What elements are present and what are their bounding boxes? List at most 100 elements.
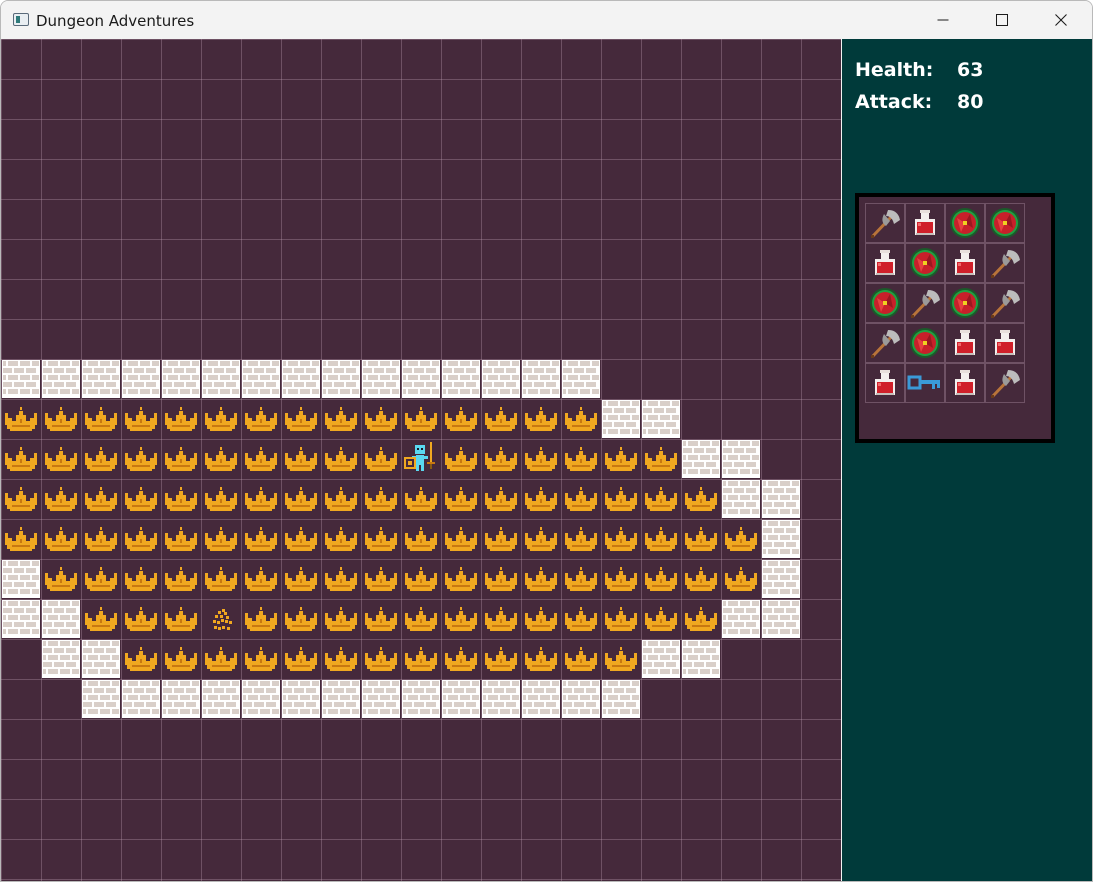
potion-icon	[986, 324, 1024, 362]
gold-crown-tile	[81, 439, 121, 479]
inventory-slot[interactable]	[905, 323, 945, 363]
inventory-slot[interactable]	[985, 203, 1025, 243]
gold-crown-tile	[561, 439, 601, 479]
gold-crown-tile	[481, 599, 521, 639]
gold-crown-tile	[201, 639, 241, 679]
gold-crown-tile	[161, 479, 201, 519]
brick-wall-tile	[321, 359, 361, 399]
maximize-button[interactable]	[973, 1, 1031, 39]
brick-wall-tile	[601, 679, 641, 719]
gold-crown-tile	[41, 559, 81, 599]
brick-wall-tile	[761, 479, 801, 519]
brick-wall-tile	[201, 359, 241, 399]
potion-icon	[946, 324, 984, 362]
gold-crown-tile	[81, 599, 121, 639]
shield-icon	[906, 244, 944, 282]
gold-crown-tile	[521, 599, 561, 639]
gold-crown-tile	[1, 439, 41, 479]
potion-icon	[946, 364, 984, 402]
gold-crown-tile	[681, 559, 721, 599]
gold-crown-tile	[121, 479, 161, 519]
gold-crown-tile	[1, 479, 41, 519]
gold-crown-tile	[161, 559, 201, 599]
map-tiles	[1, 39, 841, 881]
gold-crown-tile	[281, 439, 321, 479]
gold-crown-tile	[241, 519, 281, 559]
gold-crown-tile	[601, 479, 641, 519]
gold-crown-tile	[321, 399, 361, 439]
hero-tile[interactable]	[401, 439, 441, 479]
gold-crown-tile	[561, 559, 601, 599]
brick-wall-tile	[121, 359, 161, 399]
gold-crown-tile	[81, 559, 121, 599]
gold-crown-tile	[321, 639, 361, 679]
gold-crown-tile	[281, 639, 321, 679]
gold-crown-tile	[681, 519, 721, 559]
attack-label: Attack:	[855, 91, 933, 113]
brick-wall-tile	[41, 599, 81, 639]
gold-crown-tile	[521, 439, 561, 479]
inventory-slot[interactable]	[905, 243, 945, 283]
gold-crown-tile	[201, 479, 241, 519]
axe-icon	[986, 244, 1024, 282]
axe-icon	[866, 324, 904, 362]
gold-crown-tile	[521, 639, 561, 679]
brick-wall-tile	[401, 679, 441, 719]
gold-crown-tile	[641, 599, 681, 639]
brick-wall-tile	[361, 679, 401, 719]
brick-wall-tile	[281, 679, 321, 719]
gold-crown-tile	[321, 519, 361, 559]
brick-wall-tile	[521, 359, 561, 399]
gold-crown-tile	[521, 559, 561, 599]
inventory-slot[interactable]	[985, 363, 1025, 403]
inventory-slot[interactable]	[945, 243, 985, 283]
potion-icon	[946, 244, 984, 282]
gold-crown-tile	[201, 559, 241, 599]
inventory-slot[interactable]	[865, 243, 905, 283]
brick-wall-tile	[81, 639, 121, 679]
gold-crown-tile	[521, 479, 561, 519]
brick-wall-tile	[481, 679, 521, 719]
brick-wall-tile	[601, 399, 641, 439]
inventory-slot[interactable]	[945, 203, 985, 243]
axe-icon	[906, 284, 944, 322]
brick-wall-tile	[561, 359, 601, 399]
axe-icon	[986, 284, 1024, 322]
inventory-slot[interactable]	[865, 363, 905, 403]
gold-crown-tile	[561, 599, 601, 639]
health-value: 63	[957, 59, 984, 81]
gold-crown-tile	[481, 639, 521, 679]
inventory-slot[interactable]	[905, 283, 945, 323]
title-bar[interactable]: Dungeon Adventures	[1, 1, 1092, 39]
gold-crown-tile	[441, 559, 481, 599]
inventory-slot[interactable]	[985, 243, 1025, 283]
brick-wall-tile	[681, 439, 721, 479]
gold-crown-tile	[481, 399, 521, 439]
inventory-slot[interactable]	[945, 323, 985, 363]
inventory-slot[interactable]	[865, 203, 905, 243]
key-icon	[906, 364, 944, 402]
inventory-slot[interactable]	[905, 203, 945, 243]
gold-crown-tile	[361, 599, 401, 639]
side-panel: Health: 63 Attack: 80	[842, 39, 1092, 881]
minimize-button[interactable]	[914, 1, 972, 39]
gold-crown-tile	[601, 559, 641, 599]
shield-icon	[946, 284, 984, 322]
inventory-slot[interactable]	[905, 363, 945, 403]
dungeon-map[interactable]	[1, 39, 841, 881]
inventory-slot[interactable]	[945, 283, 985, 323]
inventory-slot[interactable]	[985, 323, 1025, 363]
brick-wall-tile	[761, 599, 801, 639]
inventory-slot[interactable]	[985, 283, 1025, 323]
inventory-slot[interactable]	[865, 323, 905, 363]
brick-wall-tile	[761, 519, 801, 559]
gold-crown-tile	[161, 599, 201, 639]
inventory-slot[interactable]	[945, 363, 985, 403]
minimize-icon	[937, 19, 949, 21]
gold-crown-tile	[321, 559, 361, 599]
close-button[interactable]	[1032, 1, 1090, 39]
inventory-slot[interactable]	[865, 283, 905, 323]
brick-wall-tile	[641, 399, 681, 439]
brick-wall-tile	[561, 679, 601, 719]
potion-icon	[906, 204, 944, 242]
